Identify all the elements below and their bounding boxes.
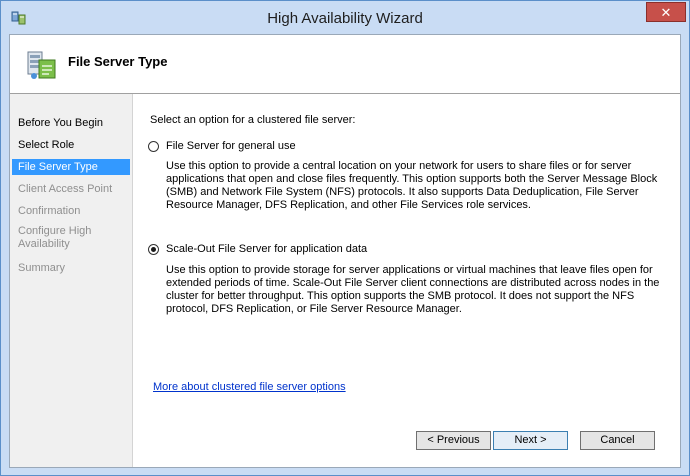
step-select-role[interactable]: Select Role <box>12 138 130 153</box>
previous-button[interactable]: < Previous <box>416 431 491 450</box>
radio-general-use[interactable] <box>148 141 159 152</box>
window-title: High Availability Wizard <box>267 10 423 27</box>
wizard-window: High Availability Wizard ✕ File Server T… <box>0 0 690 476</box>
step-confirmation: Confirmation <box>18 205 81 217</box>
close-button[interactable]: ✕ <box>646 2 686 22</box>
page-title: File Server Type <box>68 54 168 69</box>
cancel-button[interactable]: Cancel <box>580 431 655 450</box>
close-icon: ✕ <box>660 5 672 20</box>
wizard-header: File Server Type <box>10 35 680 94</box>
step-client-access-point: Client Access Point <box>18 183 113 195</box>
wizard-client-area: File Server Type Before You Begin Select… <box>9 34 681 468</box>
more-info-link[interactable]: More about clustered file server options <box>153 381 346 393</box>
wizard-step-list: Before You Begin Select Role File Server… <box>10 94 133 467</box>
step-summary: Summary <box>18 262 66 274</box>
step-file-server-type[interactable]: File Server Type <box>12 159 130 175</box>
step-before-you-begin[interactable]: Before You Begin <box>12 116 130 131</box>
file-server-icon <box>27 51 56 79</box>
option-description-general-use: Use this option to provide a central loc… <box>166 160 658 211</box>
option-prompt: Select an option for a clustered file se… <box>150 114 356 126</box>
radio-selected-dot <box>151 247 156 252</box>
title-bar[interactable]: High Availability Wizard ✕ <box>1 1 689 34</box>
wizard-content: Select an option for a clustered file se… <box>133 94 680 467</box>
step-configure-high-availability: Configure High Availability <box>18 225 92 250</box>
radio-scale-out[interactable] <box>148 244 159 255</box>
wizard-body: Before You Begin Select Role File Server… <box>10 94 680 467</box>
option-label-general-use[interactable]: File Server for general use <box>166 140 296 152</box>
option-description-scale-out: Use this option to provide storage for s… <box>166 264 660 315</box>
option-label-scale-out[interactable]: Scale-Out File Server for application da… <box>166 243 367 255</box>
next-button[interactable]: Next > <box>493 431 568 450</box>
